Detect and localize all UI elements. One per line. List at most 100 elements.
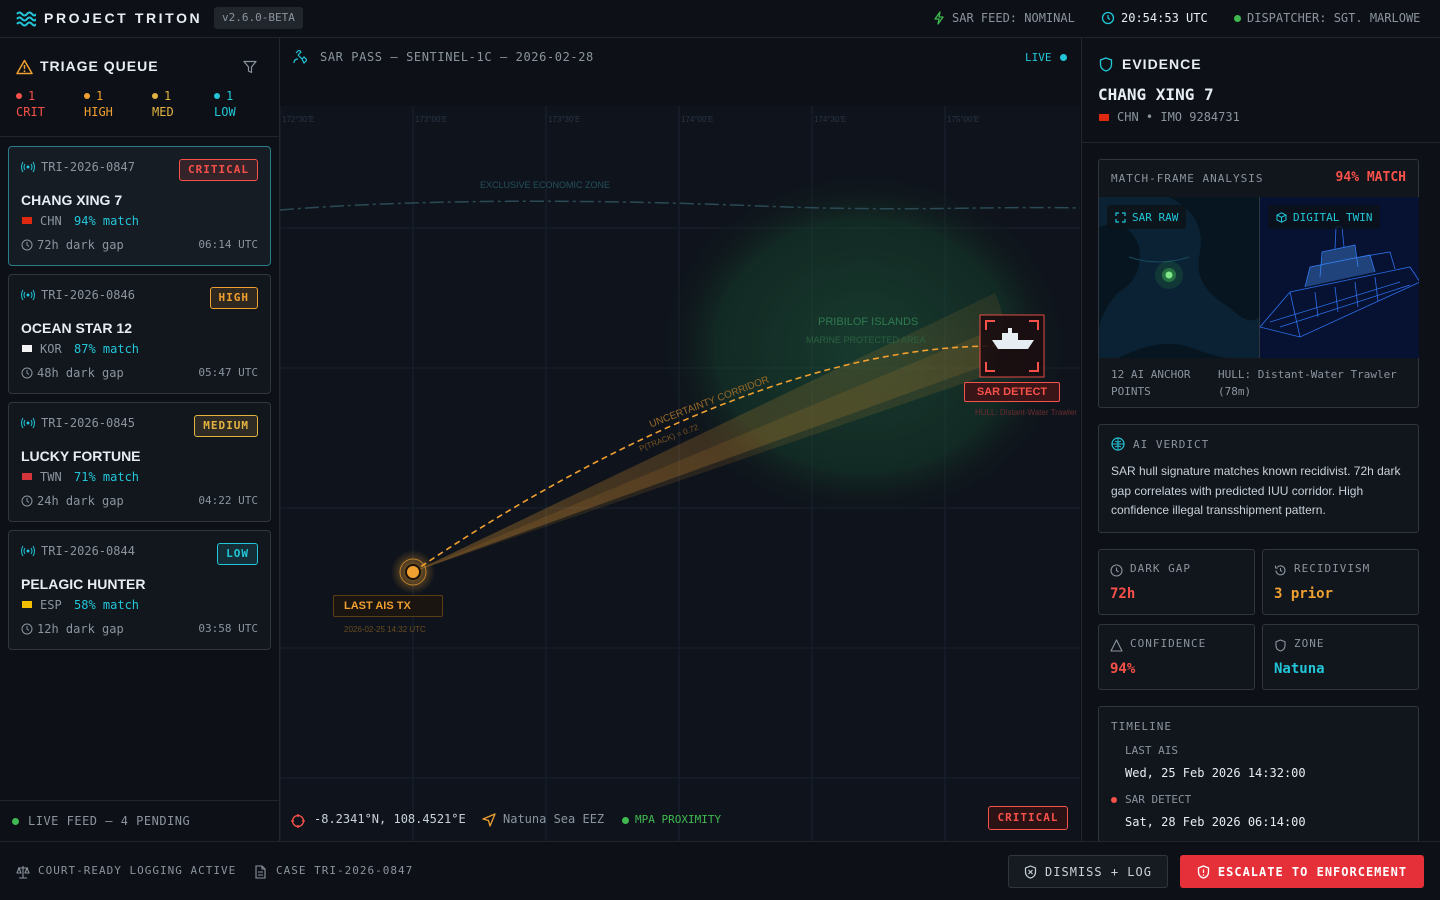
dispatcher-text: DISPATCHER: SGT. MARLOWE	[1247, 11, 1421, 25]
last-ais-tag[interactable]: LAST AIS TX	[333, 595, 443, 617]
vessel-name: OCEAN STAR 12	[21, 320, 132, 336]
severity-count-label: HIGH	[84, 105, 113, 119]
coords-text: -8.2341°N, 108.4521°E	[314, 812, 466, 826]
divider	[1082, 142, 1440, 143]
dark-gap: 48h dark gap	[37, 366, 124, 380]
signal-icon	[21, 417, 35, 429]
stat-tile-dark-gap: DARK GAP 72h	[1098, 549, 1255, 615]
map-view[interactable]: 172°30'E 173°00'E 173°30'E 174°00'E 174°30'E…	[280, 38, 1080, 841]
dark-gap: 24h dark gap	[37, 494, 124, 508]
vessel-name: CHANG XING 7	[21, 192, 123, 208]
timeline-value-1: Sat, 28 Feb 2026 06:14:00	[1125, 815, 1306, 829]
hull-note: HULL: Distant-Water Trawler	[975, 408, 1077, 417]
dismiss-button[interactable]: DISMISS + LOG	[1008, 855, 1168, 888]
dark-gap: 12h dark gap	[37, 622, 124, 636]
flag-icon	[22, 473, 32, 480]
timeline-title: TIMELINE	[1111, 720, 1172, 733]
verdict-text: SAR hull signature matches known recidiv…	[1111, 464, 1401, 517]
severity-count-crit[interactable]: 1 CRIT	[16, 88, 45, 120]
history-icon	[1274, 565, 1286, 576]
severity-badge: HIGH	[209, 287, 258, 309]
bottom-bar: COURT-READY LOGGING ACTIVE CASE TRI-2026…	[0, 841, 1440, 900]
document-icon	[255, 865, 266, 879]
longitude-tick: 174°30'E	[814, 115, 847, 124]
mfa-title: MATCH-FRAME ANALYSIS	[1111, 172, 1264, 185]
severity-count-low[interactable]: 1 LOW	[214, 88, 236, 120]
map-canvas[interactable]	[280, 38, 1080, 841]
stat-value: Natuna	[1274, 661, 1325, 677]
signal-icon	[21, 161, 35, 173]
digital-twin-image[interactable]: DIGITAL TWIN	[1259, 197, 1419, 358]
shield-alert-icon	[1197, 864, 1210, 879]
live-dot-icon	[12, 818, 19, 825]
severity-count-high[interactable]: 1 HIGH	[84, 88, 113, 120]
timeline-panel: TIMELINE LAST AIS Wed, 25 Feb 2026 14:32…	[1098, 706, 1419, 841]
cube-icon	[1276, 211, 1287, 223]
scales-icon	[16, 866, 30, 879]
stat-label: ZONE	[1294, 637, 1325, 650]
clock-icon	[1101, 11, 1115, 25]
triage-header: TRIAGE QUEUE 1 CRIT 1 HIGH 1 MED 1 LOW	[0, 38, 279, 137]
triage-panel: TRIAGE QUEUE 1 CRIT 1 HIGH 1 MED 1 LOW TRI-2026…	[0, 38, 280, 841]
shield-icon	[1099, 57, 1113, 72]
dispatcher-status: DISPATCHER: SGT. MARLOWE	[1234, 11, 1420, 25]
sar-feed-status: SAR FEED: NOMINAL	[932, 11, 1075, 25]
timeline-label-1: SAR DETECT	[1125, 793, 1192, 806]
severity-count-value: 1	[226, 89, 234, 103]
stat-tile-confidence: CONFIDENCE 94%	[1098, 624, 1255, 690]
severity-dot-icon	[16, 93, 22, 99]
timeline-dot-icon	[1111, 797, 1117, 803]
sar-pass-title: SAR PASS — SENTINEL-1C — 2026-02-28	[320, 50, 594, 64]
vessel-meta: CHN • IMO 9284731	[1117, 110, 1240, 124]
sar-detect-tag[interactable]: SAR DETECT	[964, 382, 1060, 402]
vessel-name: LUCKY FORTUNE	[21, 448, 141, 464]
sar-raw-image[interactable]: SAR RAW	[1099, 197, 1259, 358]
card-time: 03:58 UTC	[198, 622, 258, 635]
ai-verdict-panel: AI VERDICT SAR hull signature matches kn…	[1098, 424, 1419, 533]
escalate-label: ESCALATE TO ENFORCEMENT	[1217, 864, 1408, 879]
country-code: TWN	[40, 470, 62, 484]
severity-count-value: 1	[164, 89, 172, 103]
stat-label: RECIDIVISM	[1294, 562, 1371, 575]
evidence-panel: EVIDENCE CHANG XING 7 CHN • IMO 9284731 …	[1081, 38, 1440, 841]
filter-icon[interactable]	[243, 60, 257, 74]
severity-badge: MEDIUM	[194, 415, 258, 437]
dark-gap: 72h dark gap	[37, 238, 124, 252]
card-time: 05:47 UTC	[198, 366, 258, 379]
map-status-bar: -8.2341°N, 108.4521°E Natuna Sea EEZ MPA…	[280, 800, 1080, 841]
escalate-button[interactable]: ESCALATE TO ENFORCEMENT	[1180, 855, 1424, 888]
utc-clock: 20:54:53 UTC	[1101, 11, 1208, 25]
clock-icon	[1110, 564, 1123, 577]
stat-label: DARK GAP	[1130, 562, 1191, 575]
card-id: TRI-2026-0847	[41, 160, 135, 174]
match-frame-panel: MATCH-FRAME ANALYSIS 94% MATCH SAR RAW D…	[1098, 159, 1419, 408]
triage-card[interactable]: TRI-2026-0846 HIGH OCEAN STAR 12 KOR 87% mat…	[8, 274, 271, 394]
match-score: 58% match	[74, 598, 140, 612]
longitude-tick: 173°00'E	[415, 115, 448, 124]
clock-icon	[21, 495, 33, 507]
severity-badge: LOW	[217, 543, 258, 565]
verdict-title: AI VERDICT	[1133, 438, 1210, 451]
severity-count-med[interactable]: 1 MED	[152, 88, 174, 120]
country-code: KOR	[40, 342, 62, 356]
mpa-dot-icon	[622, 817, 629, 824]
severity-count-label: LOW	[214, 105, 236, 119]
eez-label: EXCLUSIVE ECONOMIC ZONE	[480, 180, 611, 190]
live-feed-footer: LIVE FEED — 4 PENDING	[0, 800, 279, 841]
triage-card[interactable]: TRI-2026-0847 CRITICAL CHANG XING 7 CHN 94% …	[8, 146, 271, 266]
warning-icon	[16, 59, 33, 75]
country-code: CHN	[40, 214, 62, 228]
signal-icon	[21, 289, 35, 301]
severity-dot-icon	[84, 93, 90, 99]
shield-icon	[1275, 639, 1286, 652]
stat-value: 94%	[1110, 661, 1136, 677]
satellite-icon	[293, 50, 307, 64]
triage-card[interactable]: TRI-2026-0845 MEDIUM LUCKY FORTUNE TWN 71% m…	[8, 402, 271, 522]
map-header: SAR PASS — SENTINEL-1C — 2026-02-28 LIVE	[280, 38, 1080, 78]
severity-badge: CRITICAL	[179, 159, 258, 181]
stat-tile-zone: ZONE Natuna	[1262, 624, 1419, 690]
flag-icon	[1099, 114, 1109, 121]
app-name: PROJECT TRITON	[44, 10, 203, 26]
triage-card[interactable]: TRI-2026-0844 LOW PELAGIC HUNTER ESP 58% mat…	[8, 530, 271, 650]
bolt-icon	[934, 11, 944, 25]
